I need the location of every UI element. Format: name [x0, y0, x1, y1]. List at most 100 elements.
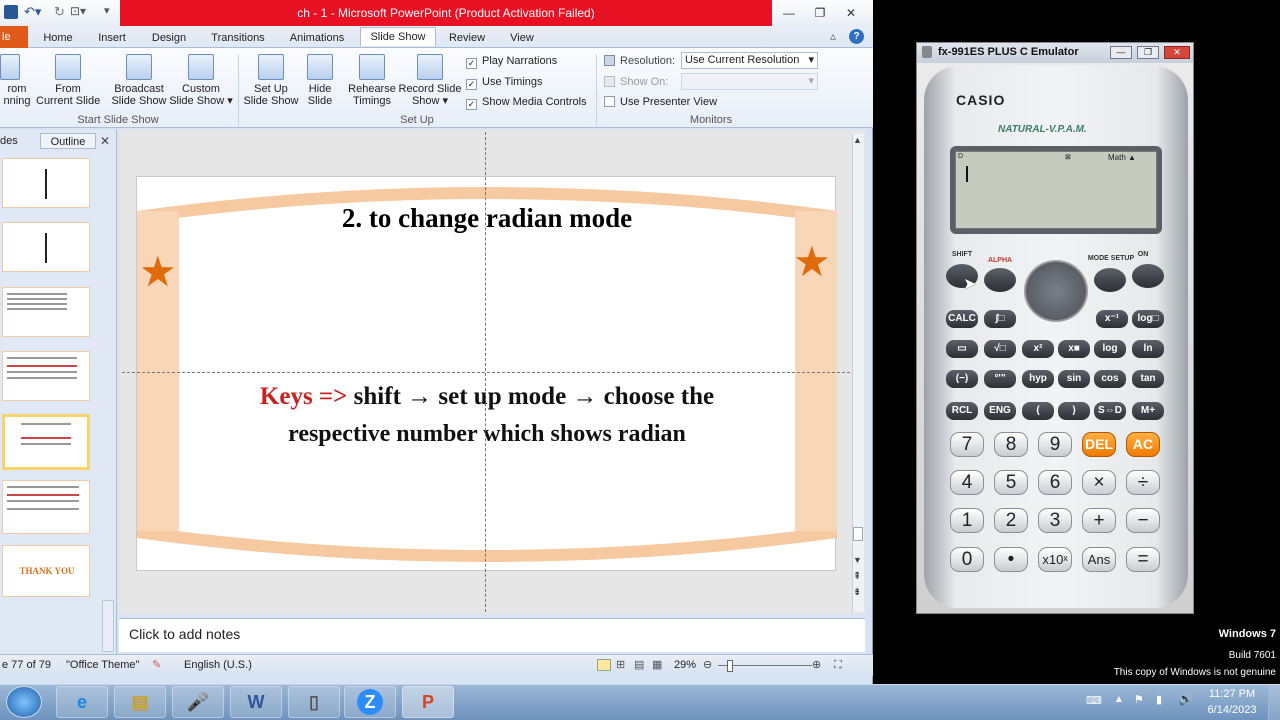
from-current-slide-button[interactable]: From Current Slide — [36, 54, 100, 107]
reading-view-icon[interactable]: ▤ — [634, 655, 644, 676]
customize-qat-icon[interactable]: ▾ — [104, 4, 110, 17]
panel-scrollbar[interactable] — [102, 600, 114, 652]
key-4[interactable]: 4 — [950, 470, 984, 495]
m-plus-key[interactable]: M+ — [1132, 402, 1164, 420]
network-icon[interactable]: ▮ — [1156, 693, 1162, 706]
presenter-view-checkbox[interactable]: Use Presenter View — [604, 96, 717, 108]
slide-thumbnail[interactable] — [2, 351, 90, 401]
eng-key[interactable]: ENG — [984, 402, 1016, 420]
ans-key[interactable]: Ans — [1082, 547, 1116, 572]
decimal-key[interactable]: • — [994, 547, 1028, 572]
normal-view-icon[interactable] — [597, 659, 611, 671]
previous-slide-icon[interactable]: ⇞ — [853, 572, 861, 582]
power-key[interactable]: x■ — [1058, 340, 1090, 358]
redo-icon[interactable]: ↻ — [54, 4, 65, 20]
slideshow-view-icon[interactable]: ▦ — [652, 655, 662, 676]
tray-expand-icon[interactable]: ▲ — [1114, 694, 1124, 705]
tab-transitions[interactable]: Transitions — [204, 29, 272, 48]
tab-slide-show[interactable]: Slide Show — [360, 27, 436, 46]
on-key[interactable] — [1132, 264, 1164, 288]
mode-key[interactable] — [1094, 268, 1126, 292]
scroll-up-icon[interactable]: ▲ — [853, 135, 862, 145]
clock-date[interactable]: 6/14/2023 — [1202, 704, 1262, 716]
slide-thumbnail-selected[interactable] — [2, 414, 90, 470]
square-key[interactable]: x² — [1022, 340, 1054, 358]
clock-time[interactable]: 11:27 PM — [1202, 688, 1262, 700]
calc-maximize-button[interactable]: ❐ — [1137, 46, 1159, 59]
show-on-select[interactable]: ▾ — [681, 73, 818, 90]
minimize-button[interactable]: — — [776, 4, 802, 22]
key-9[interactable]: 9 — [1038, 432, 1072, 457]
sin-key[interactable]: sin — [1058, 370, 1090, 388]
key-6[interactable]: 6 — [1038, 470, 1072, 495]
calc-minimize-button[interactable]: — — [1110, 46, 1132, 59]
scroll-thumb[interactable] — [853, 527, 863, 541]
key-7[interactable]: 7 — [950, 432, 984, 457]
slide-thumbnail[interactable]: THANK YOU — [2, 545, 90, 597]
rcl-key[interactable]: RCL — [946, 402, 978, 420]
keyboard-icon[interactable]: ⌨ — [1086, 694, 1102, 707]
close-panel-icon[interactable]: ✕ — [100, 134, 110, 148]
cos-key[interactable]: cos — [1094, 370, 1126, 388]
save-icon[interactable] — [4, 5, 18, 19]
start-button-icon[interactable] — [6, 686, 42, 718]
theme-name[interactable]: "Office Theme" — [66, 655, 139, 676]
record-slide-show-button[interactable]: Record Slide Show ▾ — [398, 54, 462, 107]
zoom-out-icon[interactable]: ⊖ — [703, 655, 712, 676]
log-key[interactable]: log — [1094, 340, 1126, 358]
zoom-level[interactable]: 29% — [674, 655, 696, 676]
custom-slide-show-button[interactable]: Custom Slide Show ▾ — [168, 54, 234, 107]
open-paren-key[interactable]: ( — [1022, 402, 1054, 420]
zoom-app-icon[interactable]: Z — [344, 686, 396, 718]
sqrt-key[interactable]: √□ — [984, 340, 1016, 358]
minus-key[interactable]: − — [1126, 508, 1160, 533]
show-desktop-button[interactable] — [1268, 685, 1280, 720]
word-icon[interactable]: W — [230, 686, 282, 718]
slide-thumbnail[interactable] — [2, 158, 90, 208]
multiply-key[interactable]: × — [1082, 470, 1116, 495]
tab-review[interactable]: Review — [446, 29, 488, 48]
reciprocal-key[interactable]: x⁻¹ — [1096, 310, 1128, 328]
tab-animations[interactable]: Animations — [282, 29, 352, 48]
integral-key[interactable]: ∫□ — [984, 310, 1016, 328]
fit-to-window-icon[interactable]: ⛶ — [834, 655, 842, 676]
use-timings-checkbox[interactable]: ✓ Use Timings — [466, 76, 543, 90]
scroll-down-icon[interactable]: ▼ — [853, 555, 862, 565]
quick-access-icon[interactable]: ⊡▾ — [70, 4, 86, 18]
degree-key[interactable]: °'" — [984, 370, 1016, 388]
zoom-in-icon[interactable]: ⊕ — [812, 655, 821, 676]
show-media-controls-checkbox[interactable]: ✓ Show Media Controls — [466, 96, 587, 110]
file-explorer-icon[interactable]: ▤ — [114, 686, 166, 718]
horizontal-guide[interactable] — [122, 372, 850, 373]
microphone-icon[interactable]: 🎤 — [172, 686, 224, 718]
slide-canvas[interactable]: ★ ★ 2. to change radian mode Keys => shi… — [136, 176, 837, 571]
key-2[interactable]: 2 — [994, 508, 1028, 533]
rehearse-timings-button[interactable]: Rehearse Timings — [346, 54, 398, 107]
log-base-key[interactable]: log□ — [1132, 310, 1164, 328]
powerpoint-icon[interactable]: P — [402, 686, 454, 718]
maximize-button[interactable]: ❐ — [807, 4, 833, 22]
broadcast-button[interactable]: Broadcast Slide Show — [110, 54, 168, 107]
replay-dpad[interactable] — [1024, 260, 1088, 322]
calculator-taskbar-icon[interactable]: ▯ — [288, 686, 340, 718]
key-3[interactable]: 3 — [1038, 508, 1072, 533]
from-beginning-button[interactable]: rom nning — [0, 54, 34, 107]
hide-slide-button[interactable]: Hide Slide — [302, 54, 338, 107]
spellcheck-icon[interactable]: ✎ — [152, 655, 161, 676]
key-8[interactable]: 8 — [994, 432, 1028, 457]
tan-key[interactable]: tan — [1132, 370, 1164, 388]
language[interactable]: English (U.S.) — [184, 655, 252, 676]
del-key[interactable]: DEL — [1082, 432, 1116, 457]
negative-key[interactable]: (−) — [946, 370, 978, 388]
fraction-key[interactable]: ▭ — [946, 340, 978, 358]
slide-thumbnail[interactable] — [2, 287, 90, 337]
slide-thumbnail[interactable] — [2, 222, 90, 272]
plus-key[interactable]: + — [1082, 508, 1116, 533]
tab-home[interactable]: Home — [38, 29, 78, 48]
volume-icon[interactable]: 🔊 — [1178, 692, 1193, 706]
file-tab[interactable]: le — [0, 26, 28, 48]
key-5[interactable]: 5 — [994, 470, 1028, 495]
undo-icon[interactable]: ↶▾ — [24, 4, 41, 20]
next-slide-icon[interactable]: ⇟ — [853, 588, 861, 598]
set-up-slide-show-button[interactable]: Set Up Slide Show — [242, 54, 300, 107]
